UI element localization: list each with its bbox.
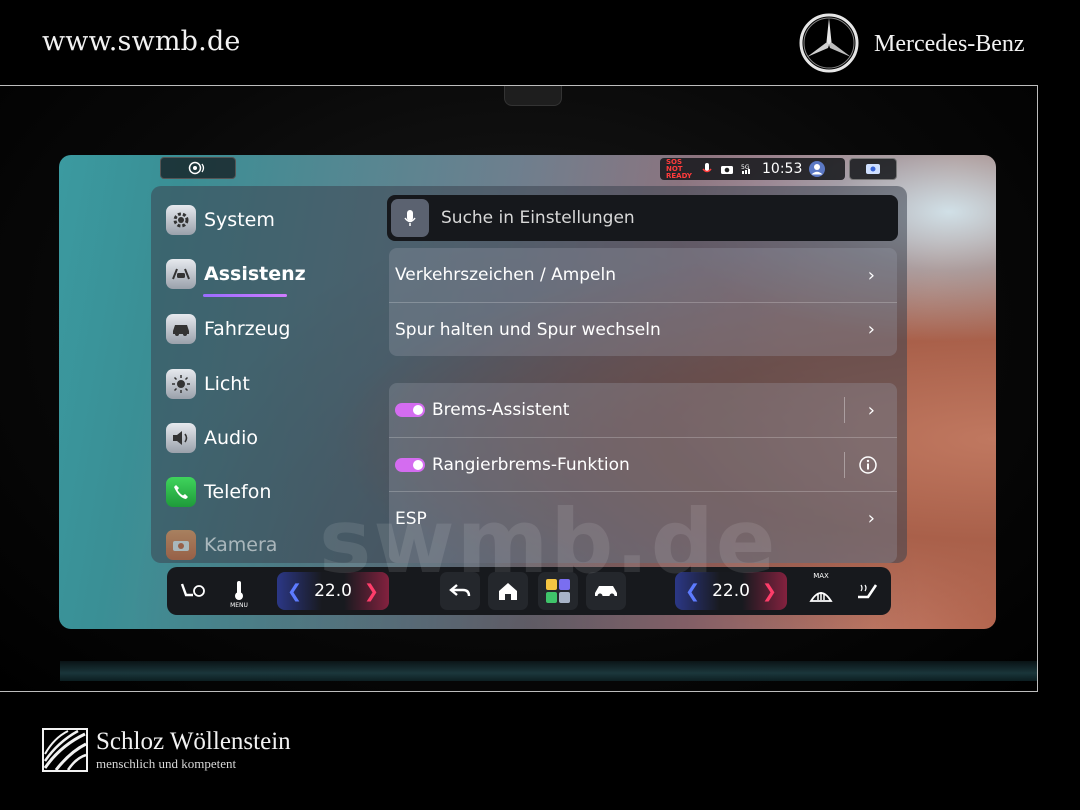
infotainment-screen: SOS NOT READY 5G 10:53 System Assistenz … xyxy=(59,155,996,629)
sidebar-item-fahrzeug[interactable]: Fahrzeug xyxy=(166,311,290,347)
sidebar-item-licht[interactable]: Licht xyxy=(166,366,250,402)
camera-status-icon xyxy=(721,166,733,174)
setting-label: Verkehrszeichen / Ampeln xyxy=(395,265,617,285)
speaker-icon xyxy=(166,423,196,453)
dealer-slogan: menschlich und kompetent xyxy=(96,756,237,771)
mercedes-star-logo xyxy=(799,13,859,73)
seat-heating-button[interactable] xyxy=(847,567,887,615)
interior-camera xyxy=(504,86,562,106)
climate-menu-button[interactable]: MENU xyxy=(219,567,259,615)
watermark: swmb.de xyxy=(319,490,778,593)
setting-label: Brems-Assistent xyxy=(432,400,570,420)
car-assist-icon xyxy=(166,259,196,289)
sos-status: SOS NOT READY xyxy=(666,157,692,180)
notification-button[interactable] xyxy=(849,158,897,180)
voice-assistant-status[interactable] xyxy=(160,157,236,179)
network-5g-icon: 5G xyxy=(741,164,750,174)
search-input[interactable]: Suche in Einstellungen xyxy=(441,208,635,228)
clock: 10:53 xyxy=(762,161,803,177)
menu-label: MENU xyxy=(230,602,248,609)
sidebar-item-label: Licht xyxy=(204,373,250,395)
site-url: www.swmb.de xyxy=(42,26,241,57)
seat-steering-icon xyxy=(180,583,205,597)
brand-name: Mercedes-Benz xyxy=(874,31,1025,57)
setting-row-spur[interactable]: Spur halten und Spur wechseln › xyxy=(389,302,897,356)
microphone-icon xyxy=(702,163,712,173)
thermometer-icon xyxy=(235,581,243,600)
temp-down-left-button[interactable]: ❮ xyxy=(287,581,302,602)
setting-row-rangierbrems[interactable]: Rangierbrems-Funktion xyxy=(389,437,897,491)
chevron-right-icon: › xyxy=(867,508,875,529)
camera-icon xyxy=(166,530,196,560)
setting-row-brems-assistent[interactable]: Brems-Assistent › xyxy=(389,383,897,437)
car-icon xyxy=(166,314,196,344)
max-defrost-button[interactable]: MAX xyxy=(801,567,841,615)
sidebar-item-label: System xyxy=(204,209,275,231)
setting-label: Rangierbrems-Funktion xyxy=(432,454,630,475)
seat-comfort-button[interactable] xyxy=(173,567,213,615)
chevron-right-icon: › xyxy=(867,319,875,340)
sidebar-item-label: Audio xyxy=(204,427,259,449)
rangierbrems-toggle[interactable] xyxy=(395,457,425,472)
sidebar-item-system[interactable]: System xyxy=(166,202,275,238)
sidebar-item-label: Assistenz xyxy=(204,263,306,285)
notification-icon xyxy=(866,164,880,174)
page: www.swmb.de Mercedes-Benz SOS NOT READY xyxy=(0,0,1080,810)
dealer-logo xyxy=(42,728,88,772)
active-tab-indicator xyxy=(203,294,287,297)
sidebar-item-audio[interactable]: Audio xyxy=(166,420,258,456)
gear-icon xyxy=(166,205,196,235)
sidebar-item-kamera[interactable]: Kamera xyxy=(166,527,277,563)
max-label: MAX xyxy=(813,572,829,580)
light-icon xyxy=(166,369,196,399)
brems-assistent-toggle[interactable] xyxy=(395,403,425,417)
chevron-right-icon[interactable]: › xyxy=(868,400,875,421)
status-bar: SOS NOT READY 5G 10:53 xyxy=(660,158,845,180)
seat-icon xyxy=(858,584,878,599)
user-profile-icon[interactable] xyxy=(808,160,826,178)
sidebar-item-label: Telefon xyxy=(204,481,272,503)
assistant-icon xyxy=(188,161,205,175)
sidebar-item-label: Kamera xyxy=(204,534,278,556)
sidebar-item-assistenz[interactable]: Assistenz xyxy=(166,256,306,292)
microphone-icon[interactable] xyxy=(391,199,429,237)
sidebar-item-label: Fahrzeug xyxy=(204,318,291,340)
chevron-right-icon: › xyxy=(867,264,875,286)
defrost-icon xyxy=(809,592,833,602)
settings-search[interactable]: Suche in Einstellungen xyxy=(387,195,898,241)
ambient-light-strip xyxy=(60,661,1037,681)
sidebar-item-telefon[interactable]: Telefon xyxy=(166,474,271,510)
dealer-name: Schloz Wöllenstein xyxy=(96,728,291,755)
settings-group-traffic: Verkehrszeichen / Ampeln › Spur halten u… xyxy=(389,248,897,356)
phone-icon xyxy=(166,477,196,507)
info-icon[interactable] xyxy=(859,455,877,474)
setting-label: Spur halten und Spur wechseln xyxy=(395,319,661,340)
setting-row-verkehrszeichen[interactable]: Verkehrszeichen / Ampeln › xyxy=(389,248,897,302)
display-photo: SOS NOT READY 5G 10:53 System Assistenz … xyxy=(0,85,1038,692)
